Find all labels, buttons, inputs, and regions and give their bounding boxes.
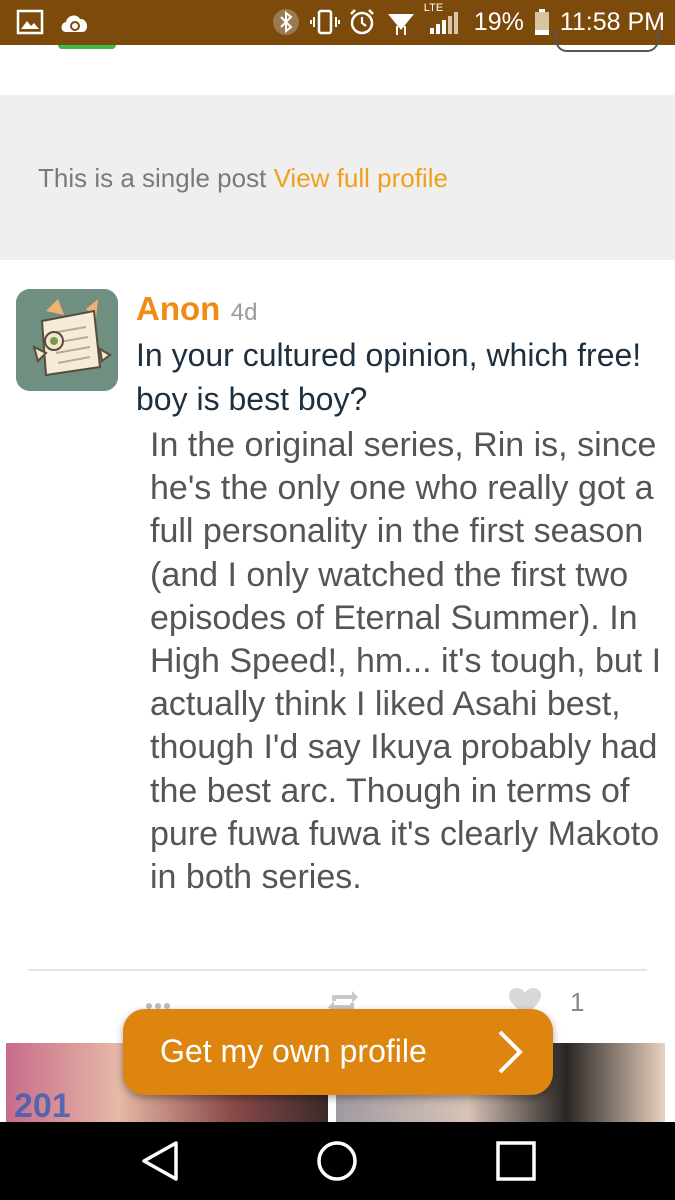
view-full-profile-link[interactable]: View full profile: [274, 163, 448, 193]
answer-text: In the original series, Rin is, since he…: [150, 426, 662, 897]
post-author-line: Anon 4d: [136, 290, 257, 328]
vibrate-icon: [309, 8, 340, 36]
single-post-text: This is a single post: [38, 163, 267, 193]
follow-chip-edge[interactable]: [58, 45, 116, 49]
cta-label: Get my own profile: [160, 1033, 427, 1069]
wifi-icon: [386, 8, 414, 36]
author-name[interactable]: Anon: [136, 290, 220, 327]
chevron-right-icon: [495, 1029, 525, 1078]
post-divider: [28, 969, 647, 971]
image-caption-text: 201: [14, 1087, 71, 1122]
navigation-bar: [0, 1122, 675, 1200]
battery-percent: 19%: [473, 7, 524, 36]
gallery-icon: [16, 8, 44, 36]
alarm-icon: [348, 8, 376, 36]
signal-icon: LTE: [424, 2, 464, 36]
back-icon[interactable]: [138, 1139, 182, 1183]
get-my-own-profile-button[interactable]: Get my own profile: [123, 1009, 553, 1095]
single-post-notice: This is a single post View full profile: [38, 163, 448, 194]
question-text: In your cultured opinion, which free! bo…: [136, 337, 642, 417]
battery-icon: [534, 8, 550, 36]
home-icon[interactable]: [315, 1139, 359, 1183]
like-count: 1: [570, 987, 585, 1017]
outline-button-edge[interactable]: [555, 30, 659, 52]
post-age: 4d: [230, 299, 258, 326]
cloud-sync-icon: [58, 8, 88, 36]
avatar-cat-reading-icon: [16, 289, 118, 391]
recents-icon[interactable]: [494, 1139, 538, 1183]
bluetooth-icon: [272, 8, 300, 36]
previous-header-strip: [0, 45, 675, 95]
network-badge: LTE: [423, 2, 444, 14]
avatar[interactable]: [16, 289, 118, 391]
